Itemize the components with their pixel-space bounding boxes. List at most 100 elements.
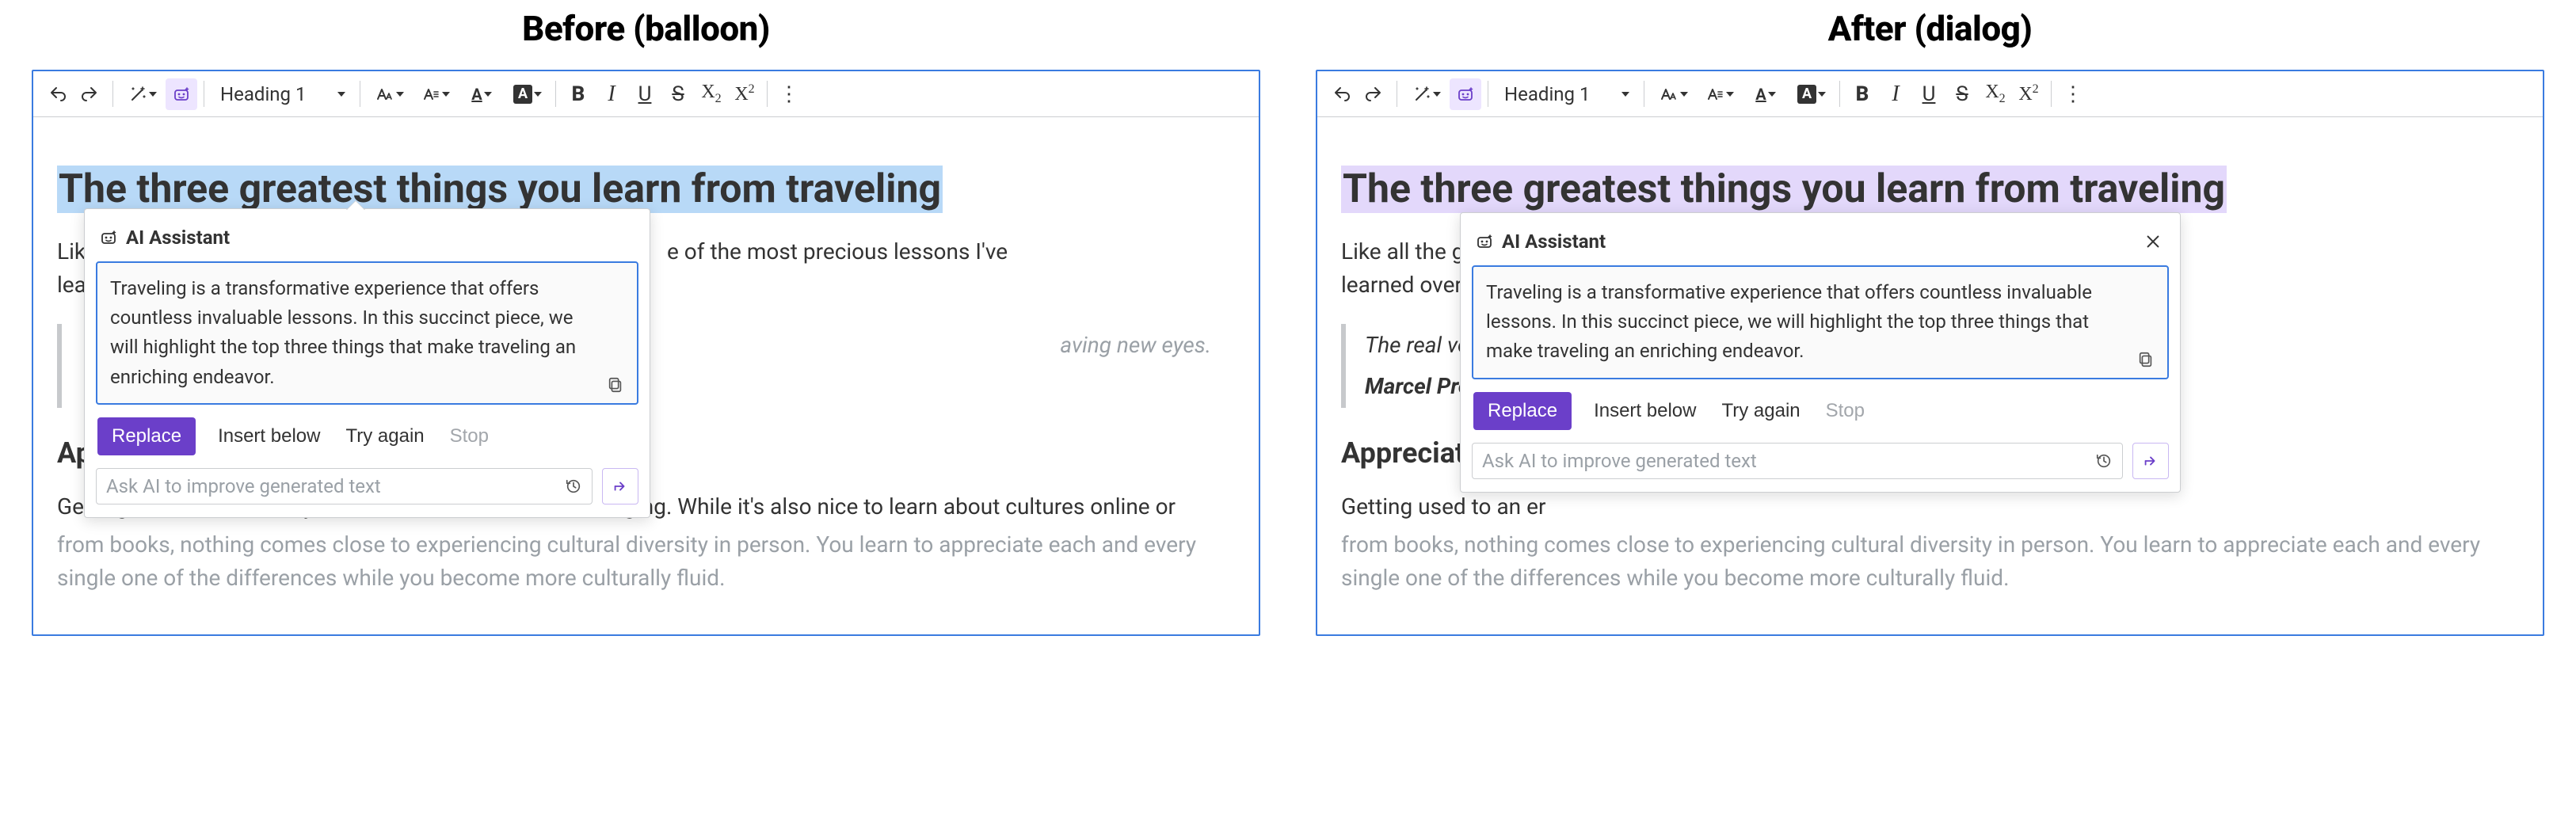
italic-button[interactable]: I <box>596 78 627 110</box>
ai-panel-title: AI Assistant <box>126 223 230 252</box>
highlight-button[interactable]: A <box>1789 78 1833 110</box>
more-button[interactable]: ⋮ <box>774 78 806 110</box>
redo-button[interactable] <box>1358 78 1390 110</box>
chevron-down-icon <box>396 92 404 97</box>
undo-button[interactable] <box>41 78 73 110</box>
font-color-button[interactable]: A <box>1743 78 1787 110</box>
highlight-button[interactable]: A <box>505 78 549 110</box>
doc-p1-fragment: e of the most precious lessons I've <box>667 238 1008 265</box>
doc-p2-line: Getting used to an er <box>1341 493 1545 520</box>
ai-result-box: Traveling is a transformative experience… <box>1472 265 2169 379</box>
chevron-down-icon <box>149 92 157 97</box>
send-button[interactable] <box>2132 443 2169 479</box>
ai-result-text: Traveling is a transformative experience… <box>1486 281 2092 362</box>
insert-below-button[interactable]: Insert below <box>1591 395 1699 427</box>
underline-button[interactable]: U <box>629 78 661 110</box>
font-family-button[interactable] <box>413 78 457 110</box>
chevron-down-icon <box>442 92 450 97</box>
chevron-down-icon <box>534 92 542 97</box>
redo-button[interactable] <box>74 78 106 110</box>
chevron-down-icon <box>1768 92 1776 97</box>
heading-select[interactable]: Heading 1 <box>1495 78 1637 110</box>
history-button[interactable] <box>2095 452 2113 470</box>
ai-result-box: Traveling is a transformative experience… <box>96 261 638 405</box>
chevron-down-icon <box>1433 92 1441 97</box>
heading-select[interactable]: Heading 1 <box>211 78 353 110</box>
heading-select-label: Heading 1 <box>220 83 306 105</box>
font-size-button[interactable] <box>1651 78 1695 110</box>
bold-button[interactable]: B <box>1846 78 1878 110</box>
close-icon <box>2144 233 2162 250</box>
ai-commands-button[interactable] <box>1404 78 1448 110</box>
ai-panel-title: AI Assistant <box>1502 227 1606 256</box>
bold-button[interactable]: B <box>562 78 594 110</box>
column-title-before: Before (balloon) <box>32 8 1260 49</box>
superscript-button[interactable]: X2 <box>729 78 760 110</box>
more-vertical-icon: ⋮ <box>2063 82 2085 106</box>
replace-button[interactable]: Replace <box>97 417 196 455</box>
ai-assistant-dialog: AI Assistant Traveling is a transformati… <box>1460 212 2181 493</box>
more-button[interactable]: ⋮ <box>2058 78 2090 110</box>
copy-button[interactable] <box>607 373 629 395</box>
doc-p2-line: single one of the differences while you … <box>1341 565 2009 591</box>
underline-button[interactable]: U <box>1913 78 1945 110</box>
try-again-button[interactable]: Try again <box>1718 395 1803 427</box>
doc-p2-line: from books, nothing comes close to exper… <box>57 531 1196 558</box>
subscript-button[interactable]: X2 <box>1980 78 2011 110</box>
document-body[interactable]: The three greatest things you learn from… <box>1317 117 2543 634</box>
document-body[interactable]: The three greatest things you learn from… <box>33 117 1259 634</box>
ai-assistant-button[interactable] <box>166 78 197 110</box>
ai-assistant-balloon: AI Assistant Traveling is a transformati… <box>84 208 650 518</box>
insert-below-button[interactable]: Insert below <box>215 421 323 452</box>
chevron-down-icon <box>1818 92 1826 97</box>
subscript-button[interactable]: X2 <box>695 78 727 110</box>
editor-after: Heading 1 A A <box>1316 70 2544 636</box>
highlight-icon: A <box>1797 85 1816 104</box>
ai-bot-icon <box>1475 232 1494 251</box>
doc-heading-1[interactable]: The three greatest things you learn from… <box>57 166 943 213</box>
try-again-button[interactable]: Try again <box>342 421 427 452</box>
history-button[interactable] <box>565 478 582 495</box>
ai-followup-placeholder: Ask AI to improve generated text <box>106 472 381 501</box>
strikethrough-button[interactable]: S <box>1946 78 1978 110</box>
editor-before: Heading 1 A A <box>32 70 1260 636</box>
send-button[interactable] <box>602 468 638 504</box>
replace-button[interactable]: Replace <box>1473 392 1572 430</box>
highlight-icon: A <box>513 85 532 104</box>
doc-p2-line: from books, nothing comes close to exper… <box>1341 531 2480 558</box>
chevron-down-icon <box>484 92 492 97</box>
ai-bot-icon <box>99 228 118 247</box>
font-color-button[interactable]: A <box>459 78 503 110</box>
stop-button[interactable]: Stop <box>447 421 492 452</box>
heading-select-label: Heading 1 <box>1504 83 1590 105</box>
chevron-down-icon <box>337 92 345 97</box>
chevron-down-icon <box>1621 92 1629 97</box>
ai-followup-placeholder: Ask AI to improve generated text <box>1482 447 1757 475</box>
undo-button[interactable] <box>1325 78 1357 110</box>
strikethrough-button[interactable]: S <box>662 78 694 110</box>
font-color-icon: A <box>1755 85 1766 104</box>
doc-p2-line: single one of the differences while you … <box>57 565 725 591</box>
copy-button[interactable] <box>2137 348 2159 370</box>
more-vertical-icon: ⋮ <box>779 82 801 106</box>
doc-p1-fragment: Lik <box>57 238 86 265</box>
italic-button[interactable]: I <box>1880 78 1911 110</box>
chevron-down-icon <box>1680 92 1688 97</box>
ai-assistant-button[interactable] <box>1450 78 1481 110</box>
chevron-down-icon <box>1726 92 1734 97</box>
ai-commands-button[interactable] <box>120 78 164 110</box>
ai-followup-input[interactable]: Ask AI to improve generated text <box>1472 443 2123 479</box>
toolbar: Heading 1 A A <box>33 71 1259 117</box>
stop-button[interactable]: Stop <box>1823 395 1868 427</box>
toolbar: Heading 1 A A <box>1317 71 2543 117</box>
font-family-button[interactable] <box>1697 78 1741 110</box>
ai-result-text: Traveling is a transformative experience… <box>110 277 576 388</box>
doc-heading-1[interactable]: The three greatest things you learn from… <box>1341 166 2227 213</box>
quote-fragment: aving new eyes. <box>1060 332 1211 358</box>
font-size-button[interactable] <box>367 78 411 110</box>
close-button[interactable] <box>2140 229 2166 254</box>
ai-followup-input[interactable]: Ask AI to improve generated text <box>96 468 593 504</box>
column-title-after: After (dialog) <box>1316 8 2544 49</box>
superscript-button[interactable]: X2 <box>2013 78 2044 110</box>
font-color-icon: A <box>471 85 482 104</box>
